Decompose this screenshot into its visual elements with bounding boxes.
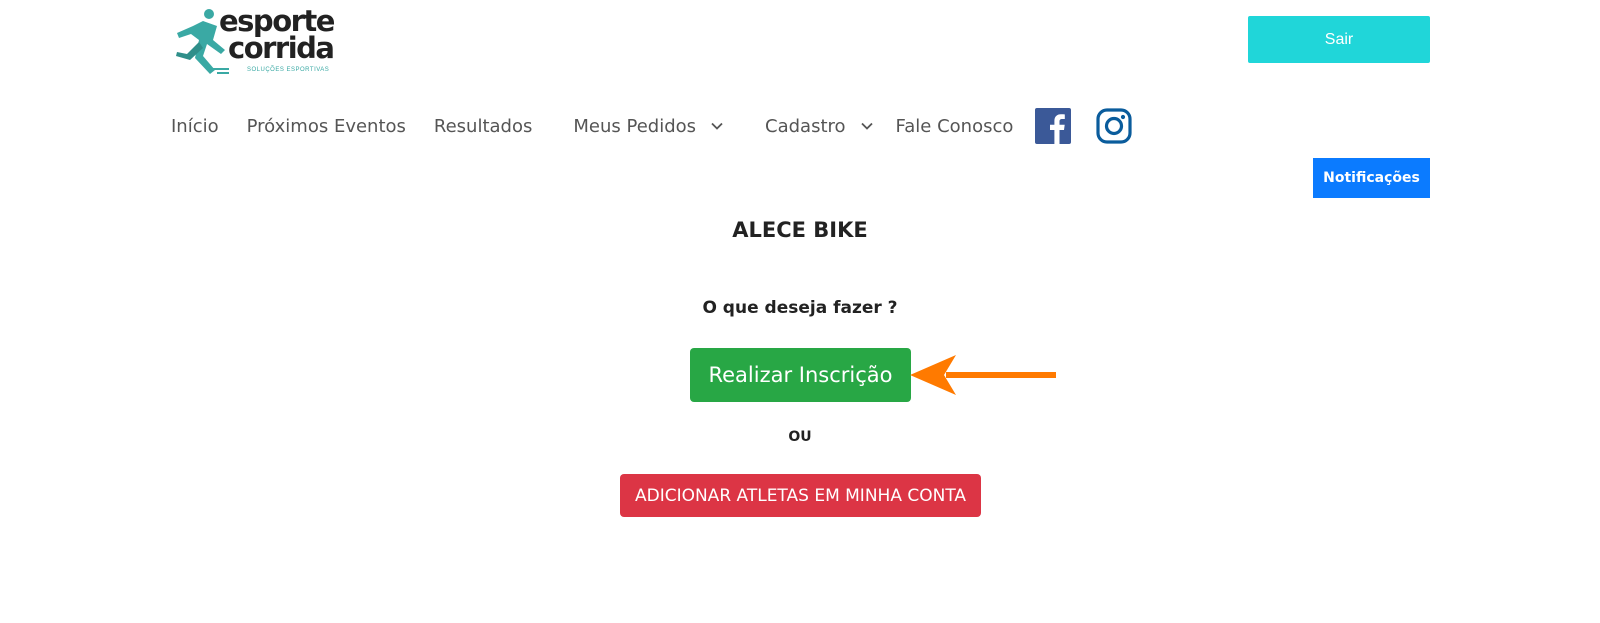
nav-item-label: Fale Conosco	[895, 115, 1014, 137]
action-question: O que deseja fazer ?	[702, 298, 898, 318]
add-athletes-button[interactable]: ADICIONAR ATLETAS EM MINHA CONTA	[620, 474, 981, 517]
chevron-down-icon	[711, 122, 723, 130]
nav-item-inicio[interactable]: Início	[171, 116, 219, 137]
nav-item-proximos-eventos[interactable]: Próximos Eventos	[247, 116, 406, 137]
logout-button[interactable]: Sair	[1248, 16, 1430, 63]
nav-item-label: Próximos Eventos	[246, 115, 406, 137]
instagram-icon[interactable]	[1096, 108, 1132, 144]
logo-text-line2: corrida	[228, 31, 335, 65]
chevron-down-icon	[860, 122, 873, 130]
nav-item-resultados[interactable]: Resultados	[434, 116, 532, 137]
page: esporte corrida SOLUÇÕES ESPORTIVAS Sair…	[0, 0, 1600, 623]
main-nav: Início Próximos Eventos Resultados Meus …	[171, 106, 1132, 146]
site-logo[interactable]: esporte corrida SOLUÇÕES ESPORTIVAS	[173, 4, 343, 76]
nav-item-label: Cadastro	[765, 115, 846, 137]
facebook-icon[interactable]	[1035, 108, 1072, 144]
logo-tagline: SOLUÇÕES ESPORTIVAS	[247, 67, 330, 73]
notifications-button[interactable]: Notificações	[1313, 158, 1430, 198]
register-button[interactable]: Realizar Inscrição	[690, 348, 911, 402]
orange-arrow-annotation-icon	[910, 355, 1056, 395]
or-separator: OU	[788, 429, 812, 445]
nav-item-cadastro[interactable]: Cadastro	[765, 116, 874, 137]
nav-item-label: Meus Pedidos	[573, 115, 697, 137]
nav-item-label: Início	[171, 115, 219, 137]
nav-item-meus-pedidos[interactable]: Meus Pedidos	[573, 116, 724, 137]
event-title: ALECE BIKE	[732, 218, 868, 242]
nav-item-label: Resultados	[433, 115, 533, 137]
nav-item-fale-conosco[interactable]: Fale Conosco	[896, 116, 1014, 137]
